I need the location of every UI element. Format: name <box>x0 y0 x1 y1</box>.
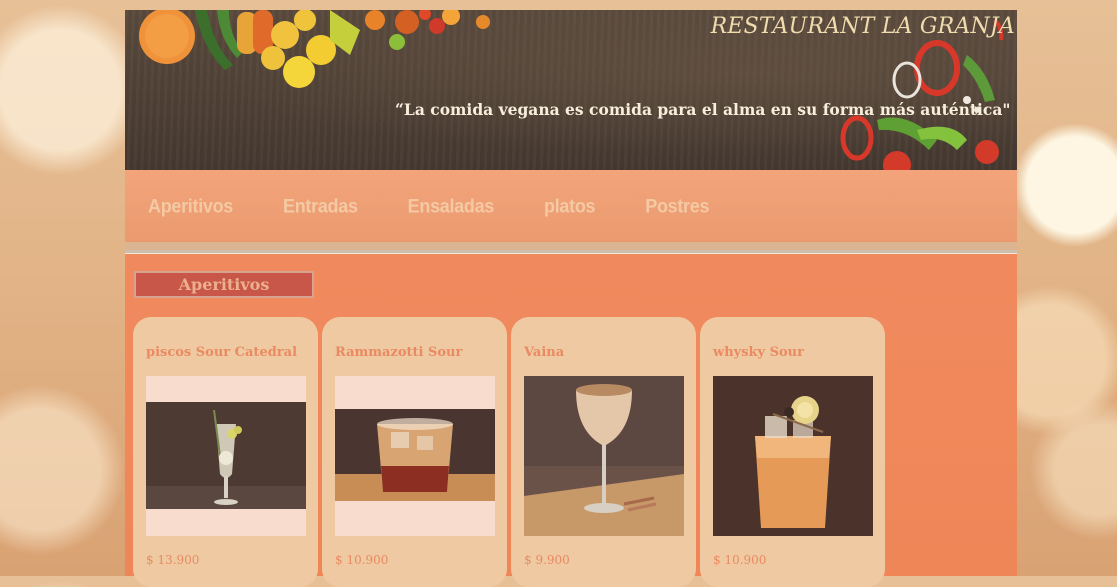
product-price: $ 10.900 <box>713 553 767 567</box>
header-banner: RESTAURANT LA GRANJA “La comida vegana e… <box>125 10 1017 170</box>
nav-item-ensaladas[interactable]: Ensaladas <box>408 195 495 218</box>
product-price: $ 13.900 <box>146 553 200 567</box>
restaurant-title: RESTAURANT LA GRANJA <box>710 14 1015 39</box>
nav-divider <box>125 242 1017 250</box>
product-name: Vaina <box>524 345 565 360</box>
product-name: Rammazotti Sour <box>335 345 463 360</box>
nav-item-postres[interactable]: Postres <box>645 195 709 218</box>
product-price: $ 10.900 <box>335 553 389 567</box>
section-title: Aperitivos <box>134 271 314 298</box>
nav-item-aperitivos[interactable]: Aperitivos <box>148 195 233 218</box>
product-card[interactable]: Rammazotti Sour $ 10.900 <box>322 317 507 587</box>
nav-item-entradas[interactable]: Entradas <box>283 195 358 218</box>
product-name: piscos Sour Catedral <box>146 345 298 360</box>
header-quote: “La comida vegana es comida para el alma… <box>395 100 1011 119</box>
menu-section: Aperitivos piscos Sour Catedral $ 13.900… <box>125 254 1017 587</box>
main-nav: Aperitivos Entradas Ensaladas platos Pos… <box>125 170 1017 242</box>
product-card[interactable]: whysky Sour $ 10.900 <box>700 317 885 587</box>
product-card[interactable]: Vaina $ 9.900 <box>511 317 696 587</box>
nav-item-platos[interactable]: platos <box>544 195 596 218</box>
product-price: $ 9.900 <box>524 553 570 567</box>
product-list: piscos Sour Catedral $ 13.900 Rammazotti… <box>133 317 889 587</box>
product-image <box>335 376 495 536</box>
product-image <box>524 376 684 536</box>
page-frame: RESTAURANT LA GRANJA “La comida vegana e… <box>125 10 1017 587</box>
product-image <box>146 376 306 536</box>
vegetables-left-image <box>139 10 490 88</box>
product-image <box>713 376 873 536</box>
product-card[interactable]: piscos Sour Catedral $ 13.900 <box>133 317 318 587</box>
product-name: whysky Sour <box>713 345 804 360</box>
